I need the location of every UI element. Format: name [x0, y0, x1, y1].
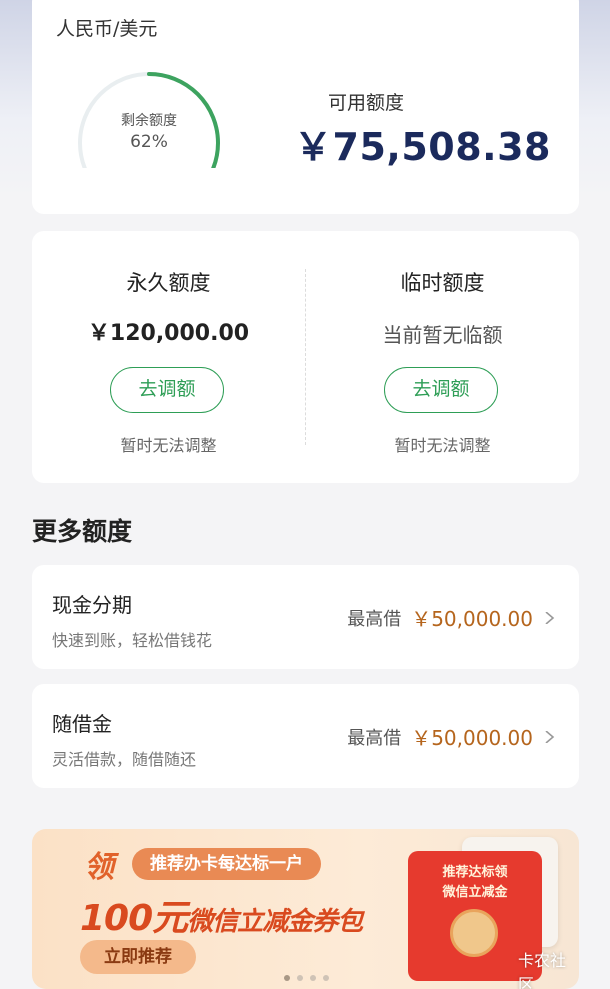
adjust-temporary-button[interactable]: 去调额 [384, 367, 498, 413]
max-borrow-amount: ￥50,000.00 [411, 607, 533, 631]
item-max-amount: 最高借 ￥50,000.00 [347, 722, 555, 751]
banner-headline-text: 微信立减金券包 [187, 907, 363, 937]
banner-ling-text: 领 [84, 850, 114, 885]
gauge-percent: 62% [130, 132, 168, 152]
carousel-indicator [284, 975, 329, 981]
available-limit-label: 可用额度 [328, 92, 405, 114]
coin-icon [450, 909, 498, 957]
banner-tag: 推荐办卡每达标一户 [132, 848, 321, 880]
envelope-line-1: 推荐达标领 [442, 865, 508, 880]
permanent-limit-column: 永久额度 ￥120,000.00 去调额 暂时无法调整 [32, 231, 305, 483]
max-borrow-amount: ￥50,000.00 [411, 726, 533, 750]
envelope-line-2: 微信立减金 [442, 885, 508, 900]
carousel-dot[interactable] [297, 975, 303, 981]
remaining-limit-gauge: 剩余额度 62% [74, 68, 224, 168]
list-item-flexible-loan[interactable]: 随借金 灵活借款，随借随还 最高借 ￥50,000.00 [32, 684, 579, 788]
carousel-dot[interactable] [284, 975, 290, 981]
envelope-text: 推荐达标领 微信立减金 [408, 863, 542, 903]
item-title: 随借金 [52, 712, 112, 736]
more-limits-title: 更多额度 [32, 517, 133, 546]
item-subtitle: 快速到账，轻松借钱花 [52, 631, 213, 650]
item-subtitle: 灵活借款，随借随还 [52, 750, 197, 769]
available-limit-amount: ￥75,508.38 [294, 125, 551, 169]
carousel-dot[interactable] [310, 975, 316, 981]
item-max-amount: 最高借 ￥50,000.00 [347, 603, 555, 632]
temporary-limit-title: 临时额度 [400, 271, 485, 295]
chevron-right-icon [545, 730, 555, 743]
temporary-limit-value: 当前暂无临额 [382, 323, 503, 347]
item-title: 现金分期 [52, 593, 132, 617]
permanent-limit-title: 永久额度 [126, 271, 211, 295]
recommend-now-button[interactable]: 立即推荐 [80, 940, 196, 974]
banner-headline: 100元微信立减金券包 [80, 889, 363, 941]
adjust-permanent-button[interactable]: 去调额 [110, 367, 224, 413]
promo-banner[interactable]: 领 推荐办卡每达标一户 100元微信立减金券包 立即推荐 推荐达标领 微信立减金… [32, 829, 579, 989]
chevron-right-icon [545, 611, 555, 624]
permanent-limit-value: ￥120,000.00 [87, 321, 250, 346]
gauge-label: 剩余额度 [121, 113, 177, 129]
watermark: 卡农社区 [518, 951, 567, 989]
list-item-cash-installment[interactable]: 现金分期 快速到账，轻松借钱花 最高借 ￥50,000.00 [32, 565, 579, 669]
carousel-dot[interactable] [323, 975, 329, 981]
limits-card: 永久额度 ￥120,000.00 去调额 暂时无法调整 临时额度 当前暂无临额 … [32, 231, 579, 483]
temporary-limit-note: 暂时无法调整 [394, 436, 491, 455]
max-borrow-label: 最高借 [347, 608, 402, 630]
max-borrow-label: 最高借 [347, 727, 402, 749]
currency-label[interactable]: 人民币/美元 [56, 14, 157, 41]
temporary-limit-column: 临时额度 当前暂无临额 去调额 暂时无法调整 [306, 231, 579, 483]
credit-summary-card: 人民币/美元 剩余额度 62% 可用额度 ￥75,508.38 [32, 0, 579, 214]
permanent-limit-note: 暂时无法调整 [120, 436, 217, 455]
banner-headline-amount: 100元 [80, 898, 188, 939]
